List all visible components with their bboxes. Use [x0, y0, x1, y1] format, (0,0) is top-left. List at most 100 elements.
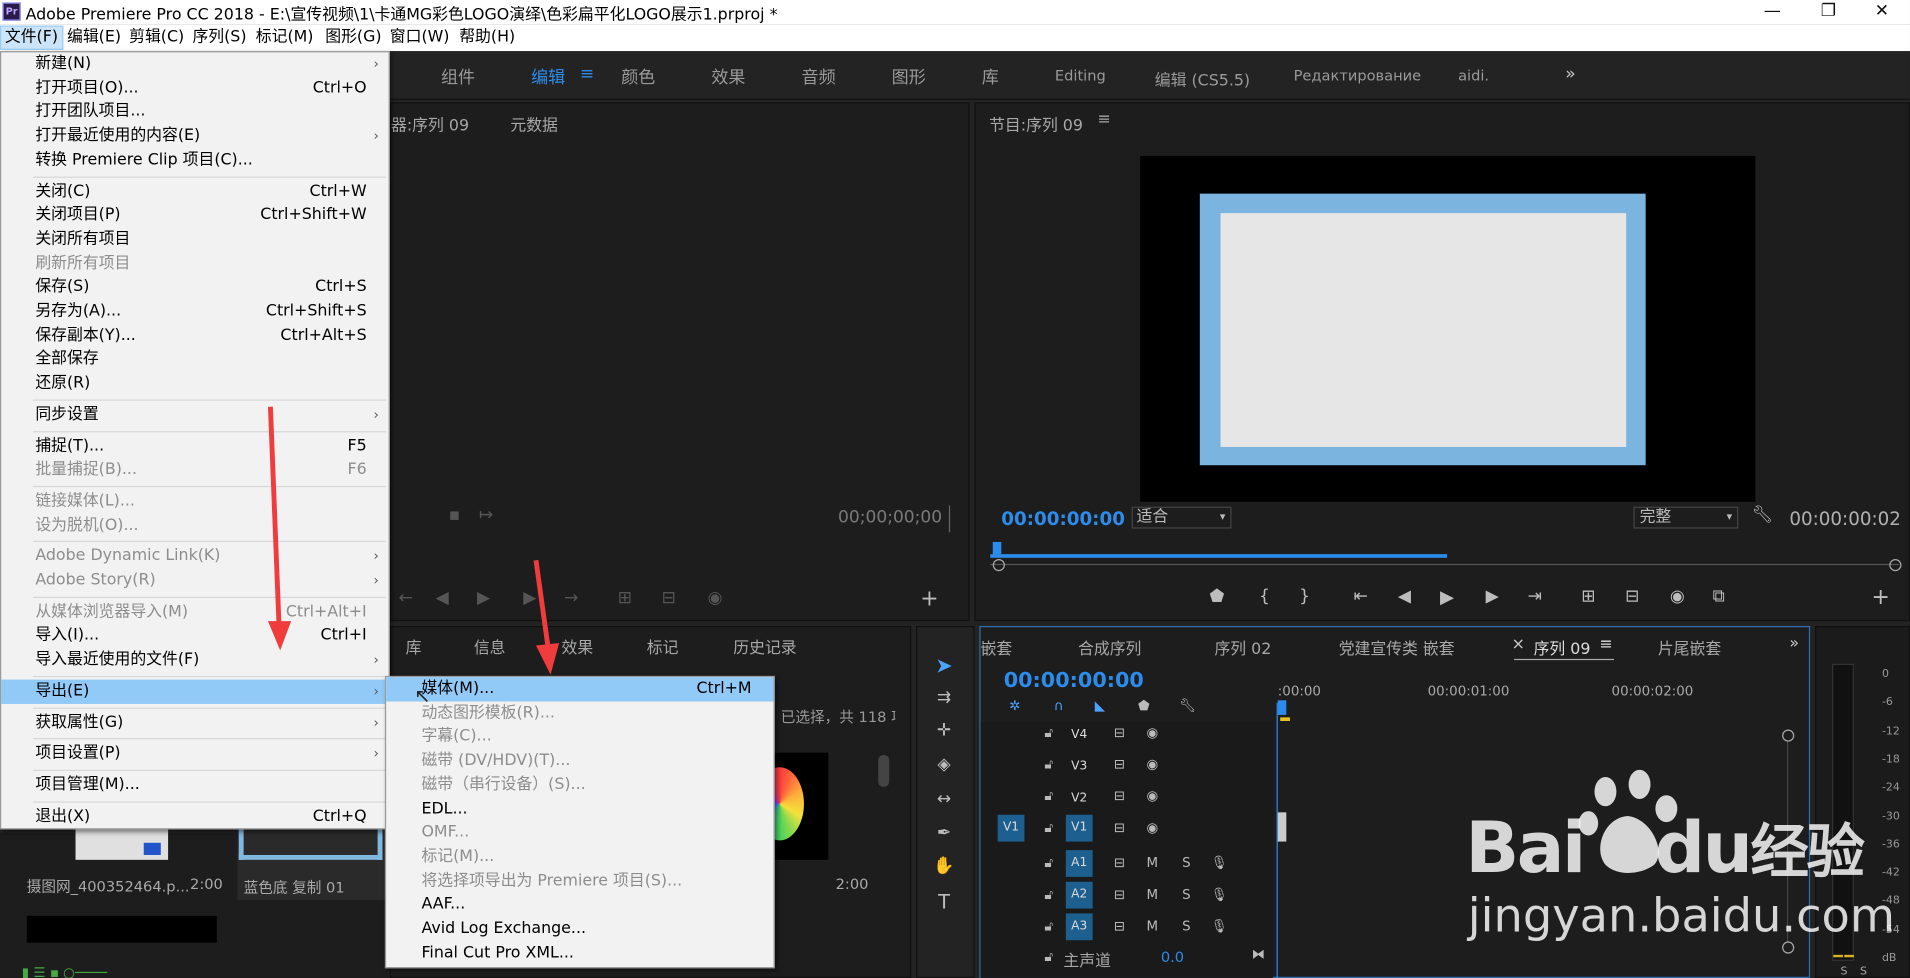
file-menu-item-0[interactable]: 新建(N) ›: [1, 52, 388, 76]
quality-dropdown[interactable]: 完整 ▾: [1633, 506, 1739, 529]
menu-help[interactable]: 帮助(H): [456, 26, 519, 50]
program-menu-icon[interactable]: ≡: [1098, 111, 1111, 129]
file-menu-item-31[interactable]: 导出(E) ›: [1, 679, 389, 704]
solo-button[interactable]: S: [1177, 918, 1196, 934]
v1-clip[interactable]: [1277, 812, 1287, 842]
goto-end-icon[interactable]: ⧓: [1249, 946, 1268, 962]
file-menu-item-4[interactable]: 转换 Premiere Clip 项目(C)...: [1, 148, 388, 172]
file-menu-item-35[interactable]: 项目设置(P) ›: [1, 742, 388, 766]
scroll-right-handle[interactable]: [1889, 559, 1902, 572]
timeline-timecode[interactable]: 00:00:00:00: [1004, 669, 1144, 693]
lock-icon[interactable]: 🔓︎: [1039, 887, 1058, 904]
lock-icon[interactable]: 🔓︎: [1039, 949, 1058, 966]
program-timecode-left[interactable]: 00:00:00:00: [1001, 508, 1125, 530]
tab-seq02[interactable]: 序列 02: [1214, 636, 1271, 659]
minimize-icon[interactable]: —: [1744, 0, 1800, 24]
file-menu-item-33[interactable]: 获取属性(G) ›: [1, 711, 388, 735]
goto-in-icon[interactable]: ⇤: [1348, 587, 1372, 606]
solo-button[interactable]: S: [1177, 887, 1196, 903]
solo-button[interactable]: S: [1177, 855, 1196, 871]
file-menu-item-29[interactable]: 导入最近使用的文件(F) ›: [1, 648, 388, 672]
add-marker-tl-icon[interactable]: ⬟: [1134, 698, 1153, 714]
workspace-russian[interactable]: Редактирование: [1294, 67, 1422, 84]
file-menu-item-2[interactable]: 打开团队项目...: [1, 100, 388, 124]
close-icon[interactable]: ✕: [1854, 0, 1910, 24]
workspace-libraries[interactable]: 库: [982, 65, 999, 89]
timeline-playhead[interactable]: [1277, 700, 1287, 715]
slip-tool-icon[interactable]: ↔: [932, 789, 956, 808]
source-overwrite-icon[interactable]: ↦: [474, 505, 498, 524]
lock-icon[interactable]: 🔓︎: [1039, 725, 1058, 742]
source-play-icon[interactable]: ▶: [471, 588, 495, 607]
hand-tool-icon[interactable]: ✋: [932, 856, 956, 875]
settings-wrench-icon[interactable]: 🔧︎: [1178, 698, 1197, 714]
microphone-icon[interactable]: 🎙︎: [1210, 918, 1229, 934]
source-insert-icon[interactable]: ▪: [442, 505, 466, 524]
program-playhead[interactable]: [992, 541, 1002, 555]
menu-graphics[interactable]: 图形(G): [322, 26, 386, 50]
razor-tool-icon[interactable]: ◈: [932, 755, 956, 774]
tab-library[interactable]: 库: [406, 635, 422, 657]
goto-out-icon[interactable]: ⇥: [1523, 587, 1547, 606]
export-menu-item-11[interactable]: Final Cut Pro XML...: [386, 941, 773, 965]
workspace-menu-icon[interactable]: ≡: [580, 65, 594, 84]
track-a1[interactable]: A1: [1065, 850, 1093, 877]
file-menu-item-13[interactable]: 全部保存: [1, 348, 388, 372]
file-menu-item-28[interactable]: 导入(I)... Ctrl+I: [1, 624, 388, 648]
source-export-frame-icon[interactable]: ◉: [703, 588, 727, 607]
sync-lock-icon[interactable]: ⊟: [1110, 725, 1129, 741]
sync-lock-icon[interactable]: ⊟: [1110, 918, 1129, 934]
step-back-icon[interactable]: ◀: [1392, 587, 1416, 606]
project-thumb-3[interactable]: [26, 915, 217, 943]
vscroll-bottom-handle[interactable]: [1782, 941, 1795, 954]
mute-button[interactable]: M: [1143, 887, 1162, 903]
camera-icon[interactable]: ◉: [1665, 587, 1689, 606]
file-menu-item-10[interactable]: 保存(S) Ctrl+S: [1, 276, 388, 300]
lock-icon[interactable]: 🔓︎: [1039, 756, 1058, 773]
ripple-edit-tool-icon[interactable]: ✛: [932, 721, 956, 740]
tab-party-nested[interactable]: 党建宣传类 嵌套: [1339, 636, 1455, 659]
tab-nested[interactable]: 嵌套: [981, 636, 1013, 659]
source-patch-v1[interactable]: V1: [997, 814, 1025, 842]
file-menu-item-39[interactable]: 退出(X) Ctrl+Q: [1, 805, 388, 829]
workspace-effects[interactable]: 效果: [711, 65, 745, 89]
eye-icon[interactable]: ◉: [1143, 725, 1162, 741]
timeline-overflow-icon[interactable]: »: [1789, 635, 1799, 653]
tab-info[interactable]: 信息: [474, 635, 506, 657]
file-menu-item-8[interactable]: 关闭所有项目: [1, 228, 388, 252]
mute-button[interactable]: M: [1143, 918, 1162, 934]
sync-lock-icon[interactable]: ⊟: [1110, 887, 1129, 903]
add-marker-icon[interactable]: ⬟: [1205, 587, 1229, 606]
tab-seq09[interactable]: 序列 09: [1534, 636, 1591, 659]
pen-tool-icon[interactable]: ✒: [932, 823, 956, 842]
tab-seq09-menu-icon[interactable]: ≡: [1599, 636, 1612, 654]
menu-sequence[interactable]: 序列(S): [189, 26, 250, 50]
extract-icon[interactable]: ⊟: [1620, 587, 1644, 606]
fit-dropdown[interactable]: 适合 ▾: [1131, 506, 1232, 529]
workspace-audio[interactable]: 音频: [802, 65, 836, 89]
file-menu-item-7[interactable]: 关闭项目(P) Ctrl+Shift+W: [1, 204, 388, 228]
source-overwrite-btn-icon[interactable]: ⊟: [657, 588, 681, 607]
project-item-1-name[interactable]: 摄图网_400352464.p...: [27, 876, 190, 897]
file-menu-item-1[interactable]: 打开项目(O)... Ctrl+O: [1, 76, 388, 100]
linked-select-icon[interactable]: ◣: [1090, 698, 1109, 714]
project-item-2-name[interactable]: 蓝色底 复制 01: [244, 877, 345, 898]
step-forward-icon[interactable]: ▶: [1480, 587, 1504, 606]
wrench-icon[interactable]: 🔧︎: [1750, 505, 1774, 524]
export-menu-item-5[interactable]: EDL...: [386, 797, 773, 821]
eye-icon[interactable]: ◉: [1143, 820, 1162, 836]
lock-icon[interactable]: 🔓︎: [1039, 788, 1058, 805]
sync-lock-icon[interactable]: ⊟: [1110, 820, 1129, 836]
mark-out-icon[interactable]: }: [1292, 587, 1316, 606]
workspace-cs55[interactable]: 编辑 (CS5.5): [1155, 67, 1250, 90]
play-icon[interactable]: ▶: [1435, 586, 1459, 608]
microphone-icon[interactable]: 🎙︎: [1210, 855, 1229, 871]
lock-icon[interactable]: 🔓︎: [1039, 918, 1058, 935]
track-v3[interactable]: V3: [1066, 754, 1093, 781]
scroll-left-handle[interactable]: [992, 559, 1005, 572]
tab-ending-nested[interactable]: 片尾嵌套: [1658, 636, 1721, 659]
nest-icon[interactable]: ✲: [1005, 698, 1024, 714]
menu-clip[interactable]: 剪辑(C): [125, 26, 187, 50]
sync-lock-icon[interactable]: ⊟: [1110, 756, 1129, 772]
workspace-overflow-icon[interactable]: »: [1565, 65, 1575, 84]
